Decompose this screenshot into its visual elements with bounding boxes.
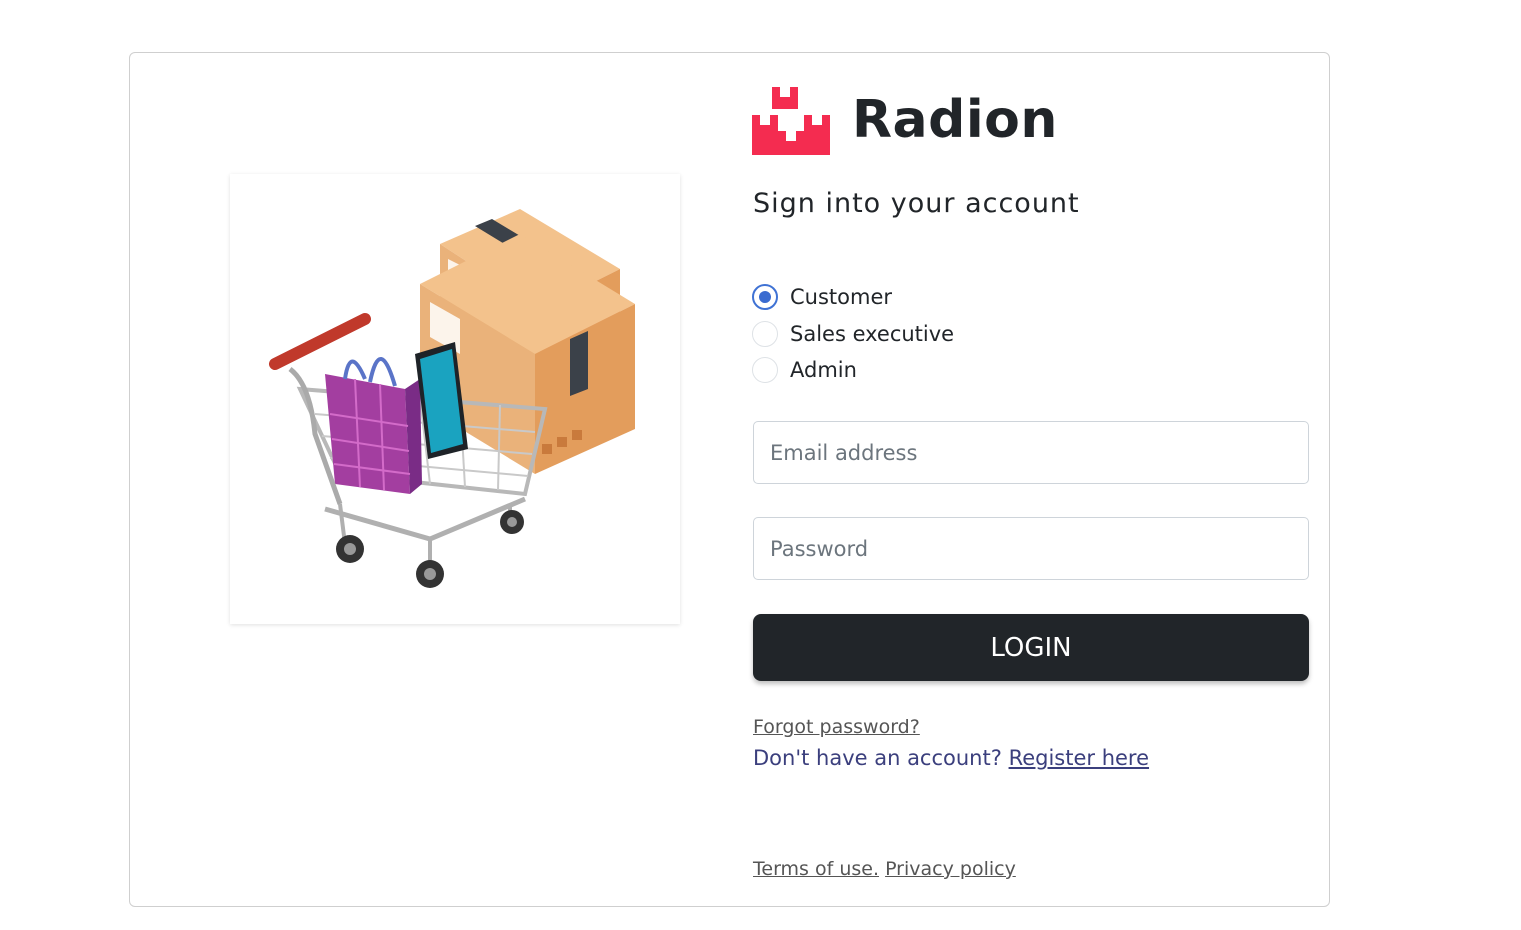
- signin-title: Sign into your account: [753, 188, 1080, 219]
- brand-name: Radion: [852, 90, 1058, 150]
- footer-links: Terms of use. Privacy policy: [753, 858, 1016, 880]
- login-button[interactable]: LOGIN: [753, 614, 1309, 681]
- role-label: Customer: [790, 285, 893, 310]
- register-prompt: Don't have an account? Register here: [753, 746, 1149, 770]
- shopping-illustration: [230, 174, 680, 624]
- role-option-sales-executive[interactable]: Sales executive: [752, 316, 954, 353]
- role-option-customer[interactable]: Customer: [752, 279, 954, 316]
- role-label: Sales executive: [790, 321, 955, 346]
- password-field[interactable]: [753, 517, 1309, 580]
- role-option-admin[interactable]: Admin: [752, 352, 954, 389]
- privacy-link[interactable]: Privacy policy: [885, 858, 1016, 880]
- email-field[interactable]: [753, 421, 1309, 484]
- brand: Radion: [752, 84, 1058, 156]
- terms-link[interactable]: Terms of use.: [753, 858, 879, 880]
- forgot-password-link[interactable]: Forgot password?: [753, 716, 920, 738]
- role-label: Admin: [790, 358, 857, 383]
- no-account-text: Don't have an account?: [753, 746, 1002, 770]
- register-link[interactable]: Register here: [1009, 746, 1149, 770]
- role-radio-group: Customer Sales executive Admin: [752, 279, 954, 389]
- radio-sales-executive[interactable]: [752, 320, 778, 347]
- radio-admin[interactable]: [752, 357, 778, 384]
- shopping-cart-with-boxes-icon: [269, 209, 635, 588]
- cubes-logo-icon: [752, 87, 830, 155]
- radio-customer[interactable]: [752, 284, 778, 311]
